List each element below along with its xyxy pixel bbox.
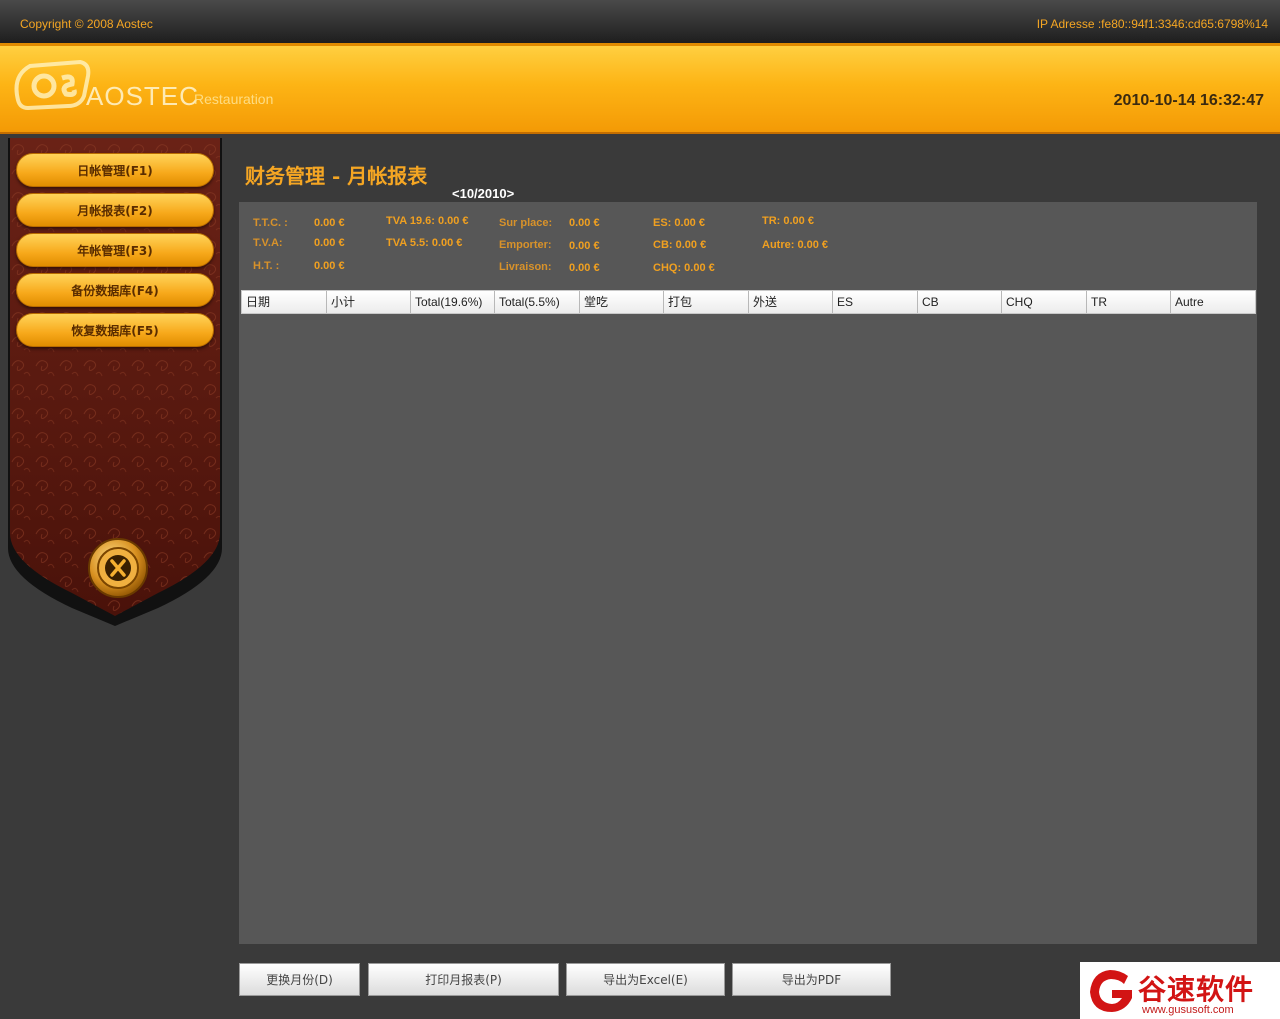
cb-value: CB: 0.00 € [653,239,707,251]
app-window: Copyright © 2008 Aostec IP Adresse :fe80… [0,0,1280,1019]
sidebar-item-daily[interactable]: 日帐管理(F1) [16,153,214,187]
tr-value: TR: 0.00 € [762,215,814,227]
ht-label: H.T. : [253,260,280,272]
sidebar-item-label: 日帐管理(F1) [77,163,153,178]
report-table-header: 日期 小计 Total(19.6%) Total(5.5%) 堂吃 打包 外送 … [241,290,1256,314]
surplace-label: Sur place: [499,217,553,229]
column-header-delivery[interactable]: 外送 [749,291,833,313]
button-label: 导出为PDF [781,973,842,987]
sidebar: 日帐管理(F1) 月帐报表(F2) 年帐管理(F3) 备份数据库(F4) 恢复数… [8,138,222,628]
emporter-value: 0.00 € [569,240,600,252]
tva55-value: TVA 5.5: 0.00 € [386,237,463,249]
button-label: 导出为Excel(E) [603,973,688,987]
aostec-logo-icon [14,59,91,111]
print-report-button[interactable]: 打印月报表(P) [368,963,559,996]
ip-address: IP Adresse :fe80::94f1:3346:cd65:6798%14 [1036,17,1268,31]
sidebar-item-yearly[interactable]: 年帐管理(F3) [16,233,214,267]
watermark: 谷速软件 www.gususoft.com [1080,962,1280,1019]
emporter-label: Emporter: [499,239,552,251]
column-header-total-196[interactable]: Total(19.6%) [411,291,495,313]
sidebar-item-label: 恢复数据库(F5) [71,323,159,338]
top-bar: Copyright © 2008 Aostec IP Adresse :fe80… [0,0,1280,46]
header-band: AOSTEC Restauration 2010-10-14 16:32:47 [0,46,1280,134]
watermark-url: www.gususoft.com [1142,1004,1234,1016]
sidebar-item-restore[interactable]: 恢复数据库(F5) [16,313,214,347]
column-header-dine-in[interactable]: 堂吃 [580,291,664,313]
button-label: 更换月份(D) [266,973,333,987]
ttc-label: T.T.C. : [253,217,288,229]
change-month-button[interactable]: 更换月份(D) [239,963,360,996]
ttc-value: 0.00 € [314,217,345,229]
sidebar-item-label: 月帐报表(F2) [77,203,153,218]
surplace-value: 0.00 € [569,217,600,229]
column-header-date[interactable]: 日期 [242,291,327,313]
logo-subtitle: Restauration [194,91,274,107]
tva196-value: TVA 19.6: 0.00 € [386,215,469,227]
autre-value: Autre: 0.00 € [762,239,829,251]
current-datetime: 2010-10-14 16:32:47 [1113,92,1264,109]
column-header-autre[interactable]: Autre [1171,291,1255,313]
sidebar-item-label: 年帐管理(F3) [77,243,153,258]
watermark-text: 谷速软件 [1138,973,1255,1006]
column-header-subtotal[interactable]: 小计 [327,291,411,313]
export-pdf-button[interactable]: 导出为PDF [732,963,891,996]
chq-value: CHQ: 0.00 € [653,262,715,274]
column-header-chq[interactable]: CHQ [1002,291,1087,313]
page-title: 财务管理 - 月帐报表 [245,164,428,188]
column-header-es[interactable]: ES [833,291,918,313]
export-excel-button[interactable]: 导出为Excel(E) [566,963,725,996]
month-selector[interactable]: <10/2010> [452,186,514,201]
column-header-tr[interactable]: TR [1087,291,1171,313]
exit-x-icon[interactable] [87,537,149,599]
column-header-takeaway[interactable]: 打包 [664,291,749,313]
logo-text: AOSTEC [86,81,199,111]
sidebar-item-label: 备份数据库(F4) [71,283,159,298]
copyright-text: Copyright © 2008 Aostec [20,17,153,31]
column-header-total-55[interactable]: Total(5.5%) [495,291,580,313]
es-value: ES: 0.00 € [653,217,705,229]
livraison-value: 0.00 € [569,262,600,274]
livraison-label: Livraison: [499,261,552,273]
tva-label: T.V.A: [253,237,283,249]
gususoft-logo-icon [1090,970,1132,1012]
sidebar-item-backup[interactable]: 备份数据库(F4) [16,273,214,307]
tva-value: 0.00 € [314,237,345,249]
sidebar-item-monthly[interactable]: 月帐报表(F2) [16,193,214,227]
button-label: 打印月报表(P) [425,973,502,987]
column-header-cb[interactable]: CB [918,291,1002,313]
ht-value: 0.00 € [314,260,345,272]
